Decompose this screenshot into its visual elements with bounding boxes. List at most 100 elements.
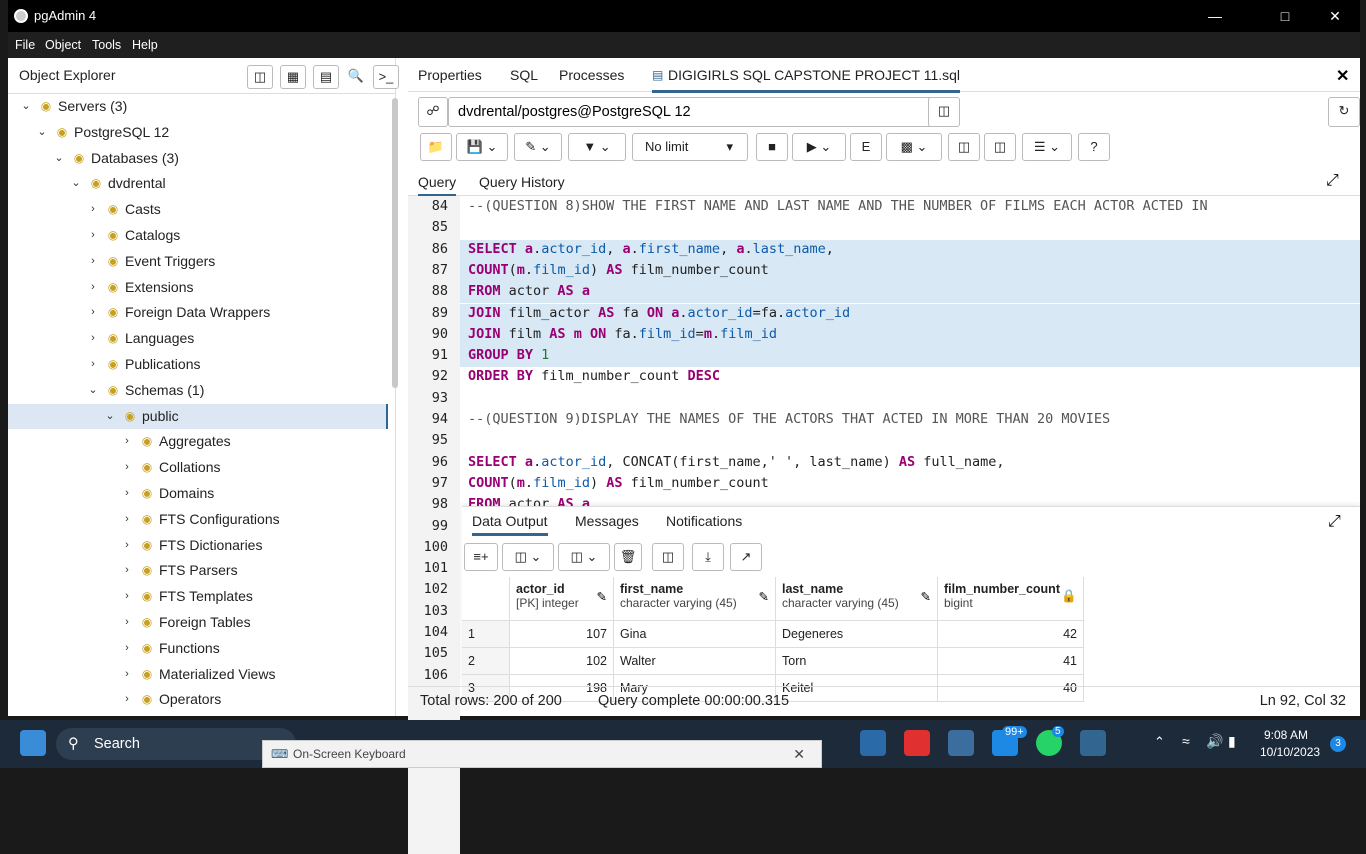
open-file-icon[interactable]: 📁	[420, 133, 452, 161]
code-line[interactable]: JOIN film AS m ON fa.film_id=m.film_id	[468, 326, 777, 342]
menu-file[interactable]: File	[15, 38, 35, 52]
connection-status-icon[interactable]: ☍	[418, 97, 448, 127]
wifi-icon[interactable]: ≈	[1182, 733, 1190, 749]
row-number[interactable]: 2	[462, 648, 510, 675]
tree-node[interactable]: › ◉ Languages	[8, 326, 388, 351]
tab-data-output[interactable]: Data Output	[472, 513, 548, 536]
tab-messages[interactable]: Messages	[575, 513, 639, 529]
psql-tool-icon[interactable]: >_	[373, 65, 399, 89]
battery-icon[interactable]: ▮	[1228, 733, 1236, 750]
chevron-down-icon[interactable]: ⌄	[36, 120, 48, 145]
graph-icon[interactable]: ↗	[730, 543, 762, 571]
tree-node[interactable]: › ◉ Extensions	[8, 275, 388, 300]
chevron-down-icon[interactable]: ⌄	[20, 94, 32, 119]
chevron-right-icon[interactable]: ›	[87, 326, 99, 351]
save-file-icon[interactable]: 💾 ⌄	[456, 133, 508, 161]
chevron-right-icon[interactable]: ›	[121, 533, 133, 558]
table-cell[interactable]: 107	[510, 621, 614, 648]
chevron-right-icon[interactable]: ›	[121, 507, 133, 532]
tree-node[interactable]: › ◉ Event Triggers	[8, 249, 388, 274]
pgadmin-active-icon[interactable]	[1080, 730, 1106, 756]
close-window-button[interactable]: ✕	[1312, 0, 1358, 32]
tree-node[interactable]: › ◉ FTS Configurations	[8, 507, 388, 532]
chevron-right-icon[interactable]: ›	[121, 584, 133, 609]
code-line[interactable]: --(QUESTION 8)SHOW THE FIRST NAME AND LA…	[468, 198, 1208, 214]
sql-editor[interactable]: 84 --(QUESTION 8)SHOW THE FIRST NAME AND …	[408, 196, 1360, 854]
code-line[interactable]: SELECT a.actor_id, CONCAT(first_name,' '…	[468, 454, 1005, 470]
table-cell[interactable]: 102	[510, 648, 614, 675]
chevron-down-icon[interactable]: ⌄	[104, 404, 116, 429]
maximize-button[interactable]: □	[1262, 0, 1308, 32]
tree-node[interactable]: ⌄ ◉ Servers (3)	[8, 94, 388, 119]
menu-tools[interactable]: Tools	[92, 38, 121, 52]
expand-results-icon[interactable]: ⤢	[1328, 513, 1341, 531]
table-cell[interactable]: Degeneres	[776, 621, 938, 648]
tree-node[interactable]: › ◉ FTS Parsers	[8, 558, 388, 583]
code-line[interactable]: SELECT a.actor_id, a.first_name, a.last_…	[468, 241, 834, 257]
tree-node[interactable]: ⌄ ◉ Databases (3)	[8, 146, 388, 171]
tab-query[interactable]: Query	[418, 174, 457, 197]
menu-help[interactable]: Help	[132, 38, 158, 52]
rollback-icon[interactable]: ◫	[984, 133, 1016, 161]
table-cell[interactable]: Walter	[614, 648, 776, 675]
delete-icon[interactable]: 🗑	[614, 543, 642, 571]
tree-node[interactable]: ⌄ ◉ Schemas (1)	[8, 378, 388, 403]
expand-icon[interactable]: ⤢	[1326, 172, 1339, 190]
clock-time[interactable]: 9:08 AM	[1264, 728, 1308, 742]
chevron-right-icon[interactable]: ›	[121, 662, 133, 687]
windows-start-icon[interactable]	[20, 730, 46, 756]
chevron-right-icon[interactable]: ›	[121, 429, 133, 454]
limit-select[interactable]: No limit ▾	[632, 133, 748, 161]
code-line[interactable]: GROUP BY 1	[468, 347, 549, 363]
macros-icon[interactable]: ☰ ⌄	[1022, 133, 1072, 161]
tree-node[interactable]: › ◉ Foreign Tables	[8, 610, 388, 635]
tree-node[interactable]: › ◉ Catalogs	[8, 223, 388, 248]
tab-query-file[interactable]: ▤ DIGIGIRLS SQL CAPSTONE PROJECT 11.sql	[652, 67, 961, 93]
column-header[interactable]: actor_id [PK] integer ✎	[510, 577, 614, 621]
chevron-right-icon[interactable]: ›	[87, 249, 99, 274]
tab-properties[interactable]: Properties	[418, 67, 482, 83]
tab-query-history[interactable]: Query History	[479, 174, 565, 190]
tree-node[interactable]: ⌄ ◉ public	[8, 403, 388, 429]
tab-notifications[interactable]: Notifications	[666, 513, 742, 529]
menu-object[interactable]: Object	[45, 38, 81, 52]
execute-icon[interactable]: ▶ ⌄	[792, 133, 846, 161]
notification-badge[interactable]: 3	[1330, 736, 1346, 752]
commit-icon[interactable]: ◫	[948, 133, 980, 161]
minimize-button[interactable]: —	[1192, 0, 1238, 32]
osk-close-icon[interactable]: ✕	[793, 741, 805, 767]
chevron-up-icon[interactable]: ⌃	[1154, 734, 1165, 750]
search-box[interactable]: ⚲ Search	[56, 728, 296, 760]
download-icon[interactable]: ⤓	[692, 543, 724, 571]
copy-icon[interactable]: ◫ ⌄	[502, 543, 554, 571]
chevron-right-icon[interactable]: ›	[121, 636, 133, 661]
osk-window[interactable]: ⌨ On-Screen Keyboard ✕	[262, 740, 822, 768]
code-line[interactable]: --(QUESTION 9)DISPLAY THE NAMES OF THE A…	[468, 411, 1110, 427]
code-line[interactable]: FROM actor AS a	[468, 283, 590, 299]
paste-icon[interactable]: ◫ ⌄	[558, 543, 610, 571]
query-tool-icon[interactable]: ◫	[247, 65, 273, 89]
chevron-right-icon[interactable]: ›	[87, 223, 99, 248]
tree-node[interactable]: › ◉ Aggregates	[8, 429, 388, 454]
explain-analyze-icon[interactable]: ▩ ⌄	[886, 133, 942, 161]
tree-node[interactable]: ⌄ ◉ PostgreSQL 12	[8, 120, 388, 145]
add-row-icon[interactable]: ≡+	[464, 543, 498, 571]
chevron-right-icon[interactable]: ›	[121, 481, 133, 506]
youtube-icon[interactable]	[904, 730, 930, 756]
chevron-right-icon[interactable]: ›	[87, 352, 99, 377]
tree-node[interactable]: › ◉ FTS Dictionaries	[8, 533, 388, 558]
filter-rows-icon[interactable]: ▤	[313, 65, 339, 89]
column-header[interactable]: last_name character varying (45) ✎	[776, 577, 938, 621]
chevron-right-icon[interactable]: ›	[121, 558, 133, 583]
tree-node[interactable]: › ◉ Materialized Views	[8, 662, 388, 687]
column-header[interactable]: film_number_count bigint 🔒	[938, 577, 1084, 621]
table-cell[interactable]: 42	[938, 621, 1084, 648]
chevron-down-icon[interactable]: ⌄	[70, 171, 82, 196]
table-cell[interactable]: Torn	[776, 648, 938, 675]
code-line[interactable]: COUNT(m.film_id) AS film_number_count	[468, 262, 769, 278]
code-line[interactable]: ORDER BY film_number_count DESC	[468, 368, 720, 384]
tree-scrollbar[interactable]	[392, 98, 398, 388]
tree-node[interactable]: › ◉ Publications	[8, 352, 388, 377]
tree-node[interactable]: › ◉ Casts	[8, 197, 388, 222]
tree-node[interactable]: › ◉ Operators	[8, 687, 388, 712]
